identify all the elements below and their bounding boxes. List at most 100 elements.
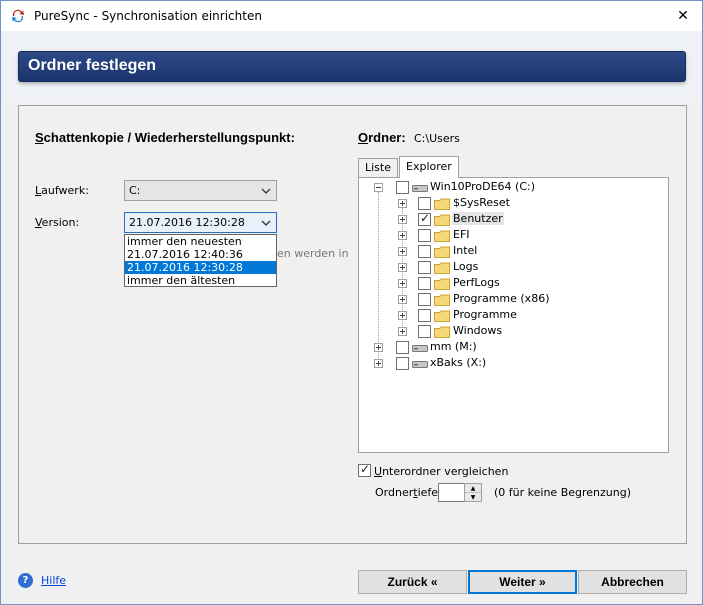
tree-node-folder[interactable]: Programme — [359, 307, 659, 323]
page-title: Ordner festlegen — [28, 57, 157, 74]
tree-node-folder[interactable]: Windows — [359, 323, 659, 339]
version-select-value: 21.07.2016 12:30:28 — [129, 216, 245, 229]
tree-node-folder[interactable]: Benutzer — [359, 211, 659, 227]
tree-node-label: Benutzer — [452, 212, 504, 225]
tab-liste[interactable]: Liste — [358, 158, 398, 177]
drive-icon — [412, 345, 428, 352]
tree-node-drive-x[interactable]: xBaks (X:) — [359, 355, 659, 371]
tree-node-label: Programme (x86) — [453, 292, 550, 305]
expand-icon[interactable] — [398, 311, 407, 320]
tree-node-folder[interactable]: Logs — [359, 259, 659, 275]
puresync-app-icon — [12, 9, 24, 23]
expand-icon[interactable] — [374, 359, 383, 368]
tree-node-label: Windows — [453, 324, 503, 337]
expand-icon[interactable] — [398, 327, 407, 336]
version-label: Version: — [35, 216, 80, 229]
drive-icon — [412, 185, 428, 192]
cancel-button[interactable]: Abbrechen — [578, 570, 687, 594]
drive-label: Laufwerk: — [35, 184, 89, 197]
folder-path: C:\Users — [414, 132, 460, 145]
tree-node-drive-m[interactable]: mm (M:) — [359, 339, 659, 355]
tree-node-folder[interactable]: EFI — [359, 227, 659, 243]
close-button[interactable]: ✕ — [668, 1, 698, 31]
tree-checkbox[interactable] — [418, 197, 431, 210]
tree-checkbox[interactable] — [418, 245, 431, 258]
tree-checkbox[interactable] — [396, 341, 409, 354]
tree-node-label: mm (M:) — [430, 340, 477, 353]
drive-icon — [412, 361, 428, 368]
version-dropdown-list[interactable]: immer den neuesten 21.07.2016 12:40:36 2… — [124, 234, 277, 287]
tree-checkbox[interactable] — [418, 293, 431, 306]
expand-icon[interactable] — [398, 215, 407, 224]
back-button[interactable]: Zurück « — [358, 570, 467, 594]
tree-node-folder[interactable]: $SysReset — [359, 195, 659, 211]
version-option[interactable]: 21.07.2016 12:40:36 — [125, 248, 276, 261]
expand-icon[interactable] — [398, 263, 407, 272]
expand-icon[interactable] — [398, 295, 407, 304]
folder-icon — [434, 278, 450, 290]
folder-icon — [434, 246, 450, 258]
tree-node-label: Logs — [453, 260, 479, 273]
stepper-down-icon[interactable]: ▼ — [465, 493, 481, 502]
shadow-copy-section-title: Schattenkopie / Wiederherstellungspunkt: — [35, 130, 295, 145]
tree-node-label: PerfLogs — [453, 276, 500, 289]
tree-checkbox[interactable] — [396, 357, 409, 370]
version-option[interactable]: immer den ältesten — [125, 274, 276, 287]
tree-checkbox[interactable] — [418, 277, 431, 290]
drive-select-value: C: — [129, 184, 141, 197]
obscured-text: en werden in — [277, 247, 349, 260]
next-button[interactable]: Weiter » — [468, 570, 577, 594]
tree-checkbox[interactable] — [396, 181, 409, 194]
chevron-down-icon — [261, 220, 271, 226]
close-icon: ✕ — [677, 8, 689, 24]
tree-node-folder[interactable]: PerfLogs — [359, 275, 659, 291]
folder-depth-input[interactable] — [438, 483, 465, 502]
tree-node-drive-c[interactable]: Win10ProDE64 (C:) — [359, 179, 659, 195]
stepper-up-icon[interactable]: ▲ — [465, 484, 481, 493]
expand-icon[interactable] — [398, 231, 407, 240]
help-link[interactable]: Hilfe — [41, 574, 66, 587]
tab-explorer[interactable]: Explorer — [399, 156, 459, 178]
tree-node-label: $SysReset — [453, 196, 510, 209]
compare-subfolders-checkbox[interactable] — [358, 462, 371, 477]
window-title: PureSync - Synchronisation einrichten — [34, 9, 262, 23]
tree-node-label: Intel — [453, 244, 478, 257]
folder-icon — [434, 262, 450, 274]
version-option-selected[interactable]: 21.07.2016 12:30:28 — [125, 261, 276, 274]
tree-node-label: Programme — [453, 308, 517, 321]
expand-icon[interactable] — [398, 279, 407, 288]
chevron-down-icon — [261, 188, 271, 194]
folder-icon — [434, 294, 450, 306]
drive-select[interactable]: C: — [124, 180, 277, 201]
folder-tree[interactable]: Win10ProDE64 (C:) $SysReset Benutzer EFI… — [358, 177, 669, 453]
expand-icon[interactable] — [398, 199, 407, 208]
version-select[interactable]: 21.07.2016 12:30:28 — [124, 212, 277, 233]
tree-checkbox[interactable] — [418, 309, 431, 322]
folder-icon — [434, 326, 450, 338]
folder-icon — [434, 198, 450, 210]
tree-checkbox[interactable] — [418, 325, 431, 338]
expand-icon[interactable] — [398, 247, 407, 256]
folder-icon — [434, 214, 450, 226]
folder-icon — [434, 230, 450, 242]
folder-depth-label: Ordnertiefe: — [375, 486, 442, 499]
window: PureSync - Synchronisation einrichten ✕ … — [0, 0, 703, 605]
tree-checkbox-checked[interactable] — [418, 211, 431, 226]
tree-node-folder[interactable]: Programme (x86) — [359, 291, 659, 307]
tree-checkbox[interactable] — [418, 229, 431, 242]
tree-node-folder[interactable]: Intel — [359, 243, 659, 259]
tree-node-label: xBaks (X:) — [430, 356, 487, 369]
folder-depth-stepper[interactable]: ▲ ▼ — [464, 483, 482, 502]
folder-icon — [434, 310, 450, 322]
folder-label: Ordner: — [358, 130, 406, 145]
help-icon[interactable]: ? — [18, 573, 33, 588]
header-banner: Ordner festlegen — [18, 51, 686, 82]
folder-depth-hint: (0 für keine Begrenzung) — [494, 486, 631, 499]
collapse-icon[interactable] — [374, 183, 383, 192]
expand-icon[interactable] — [374, 343, 383, 352]
tree-node-label: Win10ProDE64 (C:) — [430, 180, 535, 193]
tree-node-label: EFI — [453, 228, 470, 241]
version-option[interactable]: immer den neuesten — [125, 235, 276, 248]
title-bar[interactable]: PureSync - Synchronisation einrichten ✕ — [1, 1, 702, 31]
tree-checkbox[interactable] — [418, 261, 431, 274]
